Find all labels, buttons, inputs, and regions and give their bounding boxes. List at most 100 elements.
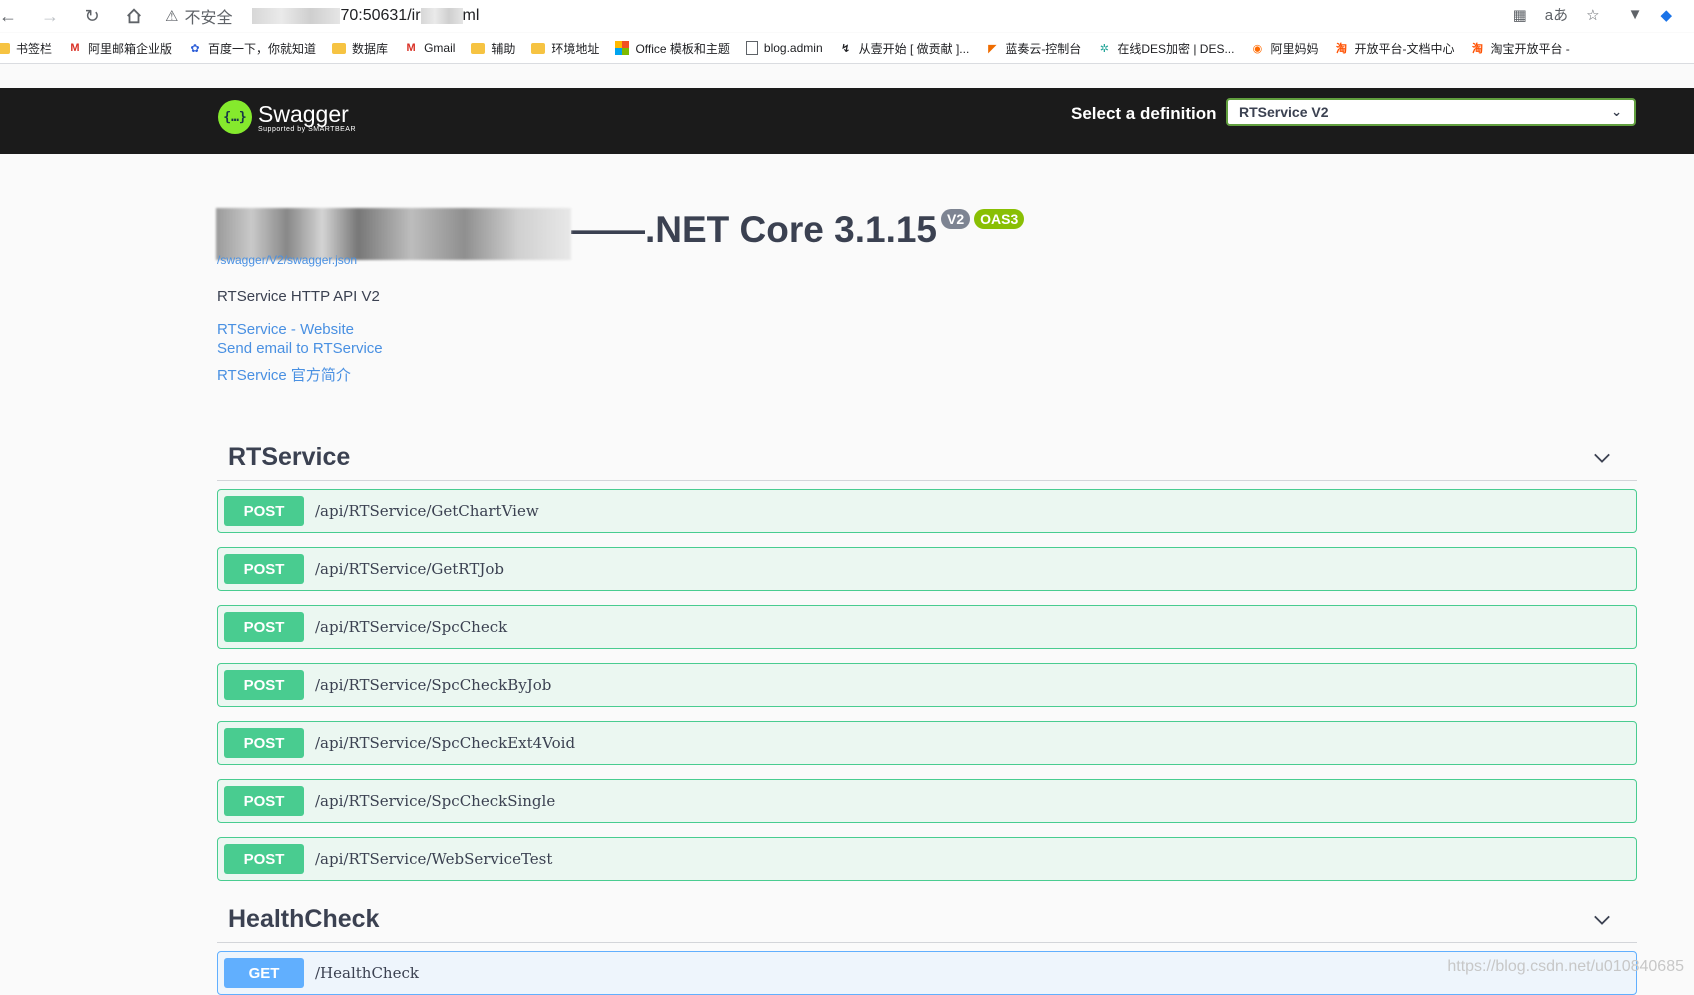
operation-row[interactable]: POST/api/RTService/SpcCheckByJob <box>217 663 1637 707</box>
swagger-logo-icon: {…} <box>218 100 252 134</box>
profile-icon[interactable]: ◆ <box>1660 6 1672 24</box>
intro-link[interactable]: RTService 官方简介 <box>217 364 351 385</box>
blurred-host <box>252 8 341 24</box>
home-icon <box>127 8 141 24</box>
method-badge: POST <box>224 554 304 584</box>
bookmark-item[interactable]: blog.admin <box>745 41 823 55</box>
select-definition-label: Select a definition <box>1071 104 1217 123</box>
bookmarks-bar: 书签栏 M 阿里邮箱企业版 ✿ 百度一下，你就知道 数据库 M Gmail 辅助 环境地址 Offi… <box>0 33 1694 64</box>
tag-name: RTService <box>228 443 351 471</box>
blurred-path <box>420 8 463 24</box>
bookmark-item[interactable]: 数据库 <box>332 40 388 57</box>
bookmark-label: 辅助 <box>491 41 516 56</box>
bookmark-item[interactable]: ◤ 蓝奏云-控制台 <box>985 40 1081 57</box>
bookmark-item[interactable]: 书签栏 <box>0 40 52 57</box>
bookmark-item[interactable]: 辅助 <box>471 40 515 57</box>
bookmark-item[interactable]: 淘淘宝开放平台 - <box>1470 40 1570 57</box>
extension-icon[interactable]: ▼ <box>1628 6 1643 23</box>
bookmark-label: 蓝奏云-控制台 <box>1005 41 1082 56</box>
operation-path: /api/RTService/GetRTJob <box>315 560 504 578</box>
bookmark-label: 阿里妈妈 <box>1270 41 1319 56</box>
api-title: ——.NET Core 3.1.15 V2 OAS3 <box>216 200 1025 260</box>
gmail-icon: M <box>406 42 416 54</box>
bookmark-label: 百度一下，你就知道 <box>208 41 317 56</box>
method-badge: POST <box>224 844 304 874</box>
warning-icon: ⚠ <box>165 8 179 25</box>
operation-path: /api/RTService/GetChartView <box>315 502 539 520</box>
method-badge: POST <box>224 786 304 816</box>
bookmark-label: 淘宝开放平台 - <box>1490 41 1570 56</box>
bookmark-label: blog.admin <box>763 41 823 55</box>
reload-icon: ↻ <box>84 5 100 26</box>
operation-path: /HealthCheck <box>315 964 419 982</box>
tag-name: HealthCheck <box>228 905 380 933</box>
logo-sub: Supported by SMARTBEAR <box>258 125 357 133</box>
arrow-left-icon: ← <box>0 5 17 26</box>
website-link[interactable]: RTService - Website <box>217 321 354 338</box>
api-description: RTService HTTP API V2 <box>217 288 380 305</box>
operation-row[interactable]: POST/api/RTService/SpcCheckExt4Void <box>217 721 1637 765</box>
bookmark-item[interactable]: ✿ 百度一下，你就知道 <box>188 40 316 57</box>
operation-path: /api/RTService/SpcCheckExt4Void <box>315 734 576 752</box>
version-badge: V2 <box>941 209 971 229</box>
bookmark-item[interactable]: 淘开放平台-文档中心 <box>1334 40 1455 57</box>
tag-section-header[interactable]: RTService <box>217 437 1637 481</box>
bookmark-item[interactable]: ↯ 从壹开始 [ 做贡献 ]... <box>839 40 970 57</box>
bookmark-item[interactable]: 环境地址 <box>531 40 599 57</box>
url-text: 70:50631/ir <box>340 7 421 24</box>
chevron-down-icon[interactable] <box>1593 449 1611 467</box>
watermark: https://blog.csdn.net/u010840685 <box>1447 958 1684 975</box>
flag-icon: ◤ <box>988 42 997 55</box>
definition-select[interactable]: RTService V2 ⌄ <box>1226 98 1636 126</box>
baidu-icon: ✿ <box>190 42 200 55</box>
bookmark-label: 开放平台-文档中心 <box>1354 41 1455 56</box>
operation-row[interactable]: GET/HealthCheck <box>217 951 1637 995</box>
bookmark-item[interactable]: M 阿里邮箱企业版 <box>68 40 172 57</box>
folder-icon <box>332 42 347 54</box>
oas-badge: OAS3 <box>974 209 1025 229</box>
chevron-down-icon: ⌄ <box>1611 104 1622 119</box>
folder-icon <box>0 42 10 54</box>
method-badge: POST <box>224 612 304 642</box>
bookmark-item[interactable]: Office 模板和主题 <box>615 40 730 57</box>
operation-path: /api/RTService/SpcCheckSingle <box>315 792 556 810</box>
forward-button[interactable]: → <box>36 2 64 30</box>
office-icon <box>615 41 630 55</box>
bookmark-label: 数据库 <box>352 41 389 56</box>
reload-button[interactable]: ↻ <box>78 2 106 30</box>
bookmark-label: 在线DES加密 | DES... <box>1117 41 1235 56</box>
bookmark-label: Office 模板和主题 <box>635 41 730 56</box>
bookmark-label: 阿里邮箱企业版 <box>88 41 173 56</box>
operation-path: /api/RTService/SpcCheck <box>315 618 508 636</box>
logo-brand: Swagger <box>258 100 349 127</box>
operation-row[interactable]: POST/api/RTService/GetChartView <box>217 489 1637 533</box>
swagger-logo[interactable]: {…} Swagger Supported by SMARTBEAR <box>218 100 356 134</box>
bookmark-item[interactable]: M Gmail <box>404 41 455 55</box>
title-suffix: ——.NET Core 3.1.15 <box>571 209 938 250</box>
page-icon <box>745 41 758 55</box>
operation-row[interactable]: POST/api/RTService/SpcCheckSingle <box>217 779 1637 823</box>
operation-row[interactable]: POST/api/RTService/GetRTJob <box>217 547 1637 591</box>
bookmark-item[interactable]: ✲ 在线DES加密 | DES... <box>1097 40 1235 57</box>
folder-icon <box>471 42 486 54</box>
address-bar[interactable]: ⚠ 不安全 70:50631/ir ml <box>165 3 1495 29</box>
definition-value: RTService V2 <box>1239 104 1329 120</box>
chevron-down-icon[interactable] <box>1593 911 1611 929</box>
bookmark-item[interactable]: ◉ 阿里妈妈 <box>1250 40 1319 57</box>
email-link[interactable]: Send email to RTService <box>217 340 383 357</box>
favorite-star-icon[interactable]: ☆ <box>1586 6 1599 24</box>
taobao-icon: 淘 <box>1471 43 1483 55</box>
home-button[interactable] <box>120 2 148 30</box>
swagger-json-link[interactable]: /swagger/V2/swagger.json <box>217 253 357 267</box>
operation-row[interactable]: POST/api/RTService/WebServiceTest <box>217 837 1637 881</box>
translate-icon[interactable]: aあ <box>1545 4 1568 25</box>
method-badge: POST <box>224 496 304 526</box>
method-badge: POST <box>224 670 304 700</box>
qr-code-icon[interactable]: ▦ <box>1513 6 1527 24</box>
operation-path: /api/RTService/WebServiceTest <box>315 850 553 868</box>
operation-row[interactable]: POST/api/RTService/SpcCheck <box>217 605 1637 649</box>
bookmark-label: Gmail <box>424 41 456 55</box>
bookmark-label: 从壹开始 [ 做贡献 ]... <box>858 41 970 56</box>
back-button[interactable]: ← <box>0 2 22 30</box>
tag-section-header[interactable]: HealthCheck <box>217 899 1637 943</box>
